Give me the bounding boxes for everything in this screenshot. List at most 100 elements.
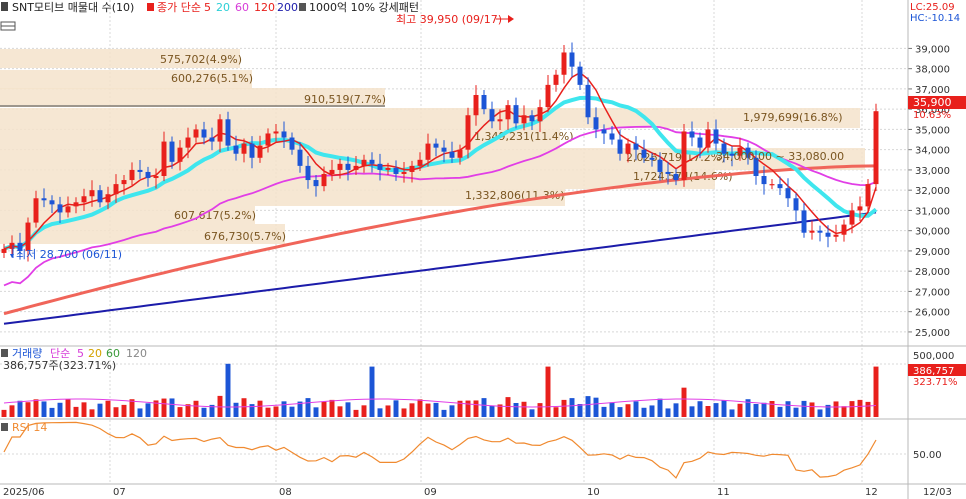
volume-profile-label: 575,702(4.9%) — [160, 53, 242, 66]
price-tick-label: 34,000 — [915, 146, 950, 157]
candle-body — [577, 66, 583, 85]
candle-body — [689, 131, 695, 138]
candle-body — [57, 204, 63, 213]
volume-bar — [201, 407, 207, 417]
candle-body — [185, 137, 191, 148]
volume-bar — [313, 407, 319, 417]
candle-body — [9, 242, 15, 249]
candle-body — [673, 173, 679, 181]
volume-bar — [89, 409, 95, 417]
candle-body — [529, 115, 535, 122]
candle-body — [641, 149, 647, 158]
volume-bar — [841, 406, 847, 417]
ma-label[interactable]: 종가 단순 — [157, 1, 201, 14]
candle-body — [249, 143, 255, 158]
candle-body — [553, 74, 559, 85]
volume-bar — [449, 405, 455, 417]
candle-body — [425, 143, 431, 160]
candle-body — [25, 222, 31, 251]
volume-bar — [353, 409, 359, 417]
volume-bar — [521, 401, 527, 417]
ma60-label[interactable]: 60 — [235, 1, 249, 14]
settings-icon[interactable] — [1, 2, 8, 11]
ma200-label[interactable]: 200 — [277, 1, 298, 14]
volume-ma120: 120 — [126, 347, 147, 360]
ma120-label[interactable]: 120 — [254, 1, 275, 14]
price-tick-label: 31,000 — [915, 206, 950, 217]
volume-bar — [721, 400, 727, 417]
ma5-label[interactable]: 5 — [204, 1, 211, 14]
volume-bar — [233, 402, 239, 417]
candle-body — [561, 52, 567, 75]
candle-body — [385, 167, 391, 170]
volume-bar — [41, 401, 47, 417]
candle-body — [545, 84, 551, 108]
candle-body — [513, 105, 519, 124]
candle-body — [1, 248, 7, 253]
rsi-panel[interactable] — [0, 420, 908, 484]
price-tick-label: 39,000 — [915, 44, 950, 55]
volume-bar — [737, 403, 743, 417]
ma20-label[interactable]: 20 — [216, 1, 230, 14]
candle-body — [865, 184, 871, 207]
volume-bar — [633, 401, 639, 417]
volume-bar — [177, 407, 183, 417]
candle-body — [73, 202, 79, 207]
candle-body — [305, 165, 311, 181]
chart-title[interactable]: SNT모티브 매물대 수(10) — [12, 1, 134, 14]
candle-body — [161, 141, 167, 176]
volume-bar — [401, 408, 407, 417]
lc-label: LC:25.09 — [910, 2, 955, 13]
candle-body — [849, 210, 855, 225]
volume-bar — [785, 401, 791, 417]
volume-bar — [857, 399, 863, 417]
svg-text:최고 39,950 (09/17): 최고 39,950 (09/17) — [396, 13, 502, 26]
volume-axis-tick: 500,000 — [913, 351, 954, 362]
volume-bar — [673, 403, 679, 417]
candle-body — [65, 206, 71, 213]
volume-bar — [753, 404, 759, 417]
price-tick-label: 26,000 — [915, 308, 950, 319]
current-price: 35,900 — [913, 96, 952, 109]
candle-body — [793, 198, 799, 211]
candle-body — [265, 133, 271, 146]
range-label: 34,000.00 ~ 33,080.00 — [716, 150, 844, 163]
volume-bar — [849, 401, 855, 417]
volume-bar — [113, 407, 119, 417]
volume-badge-pct: 323.71% — [913, 377, 958, 388]
x-axis-label: 07 — [113, 487, 126, 498]
candle-body — [369, 159, 375, 164]
volume-bar — [761, 402, 767, 417]
candle-body — [441, 147, 447, 152]
candle-body — [257, 145, 263, 158]
candle-body — [89, 190, 95, 197]
candle-body — [633, 143, 639, 150]
candle-body — [617, 139, 623, 154]
stock-chart[interactable]: 575,702(4.9%) 600,276(5.1%) 910,519(7.7%) 1… — [0, 0, 966, 499]
candle-body — [489, 109, 495, 122]
volume-profile-label: 676,730(5.7%) — [204, 230, 286, 243]
volume-bar — [529, 409, 535, 417]
volume-profile-label: 910,519(7.7%) — [304, 93, 386, 106]
volume-bar — [81, 402, 87, 417]
volume-bar — [337, 406, 343, 417]
volume-bar — [409, 403, 415, 417]
candle-body — [145, 171, 151, 179]
candle-body — [681, 131, 687, 181]
volume-bar — [289, 406, 295, 417]
volume-bar — [729, 409, 735, 417]
candle-body — [41, 198, 47, 201]
rsi-title[interactable]: RSI 14 — [12, 421, 47, 434]
volume-bar — [137, 408, 143, 417]
candle-body — [217, 119, 223, 142]
candle-body — [857, 206, 863, 211]
price-tick-label: 30,000 — [915, 227, 950, 238]
candle-body — [497, 119, 503, 122]
candle-body — [81, 196, 87, 203]
candle-body — [841, 224, 847, 235]
volume-bar — [553, 407, 559, 417]
volume-bar — [393, 400, 399, 417]
candle-body — [153, 176, 159, 179]
candle-body — [105, 194, 111, 203]
volume-bar — [329, 399, 335, 417]
